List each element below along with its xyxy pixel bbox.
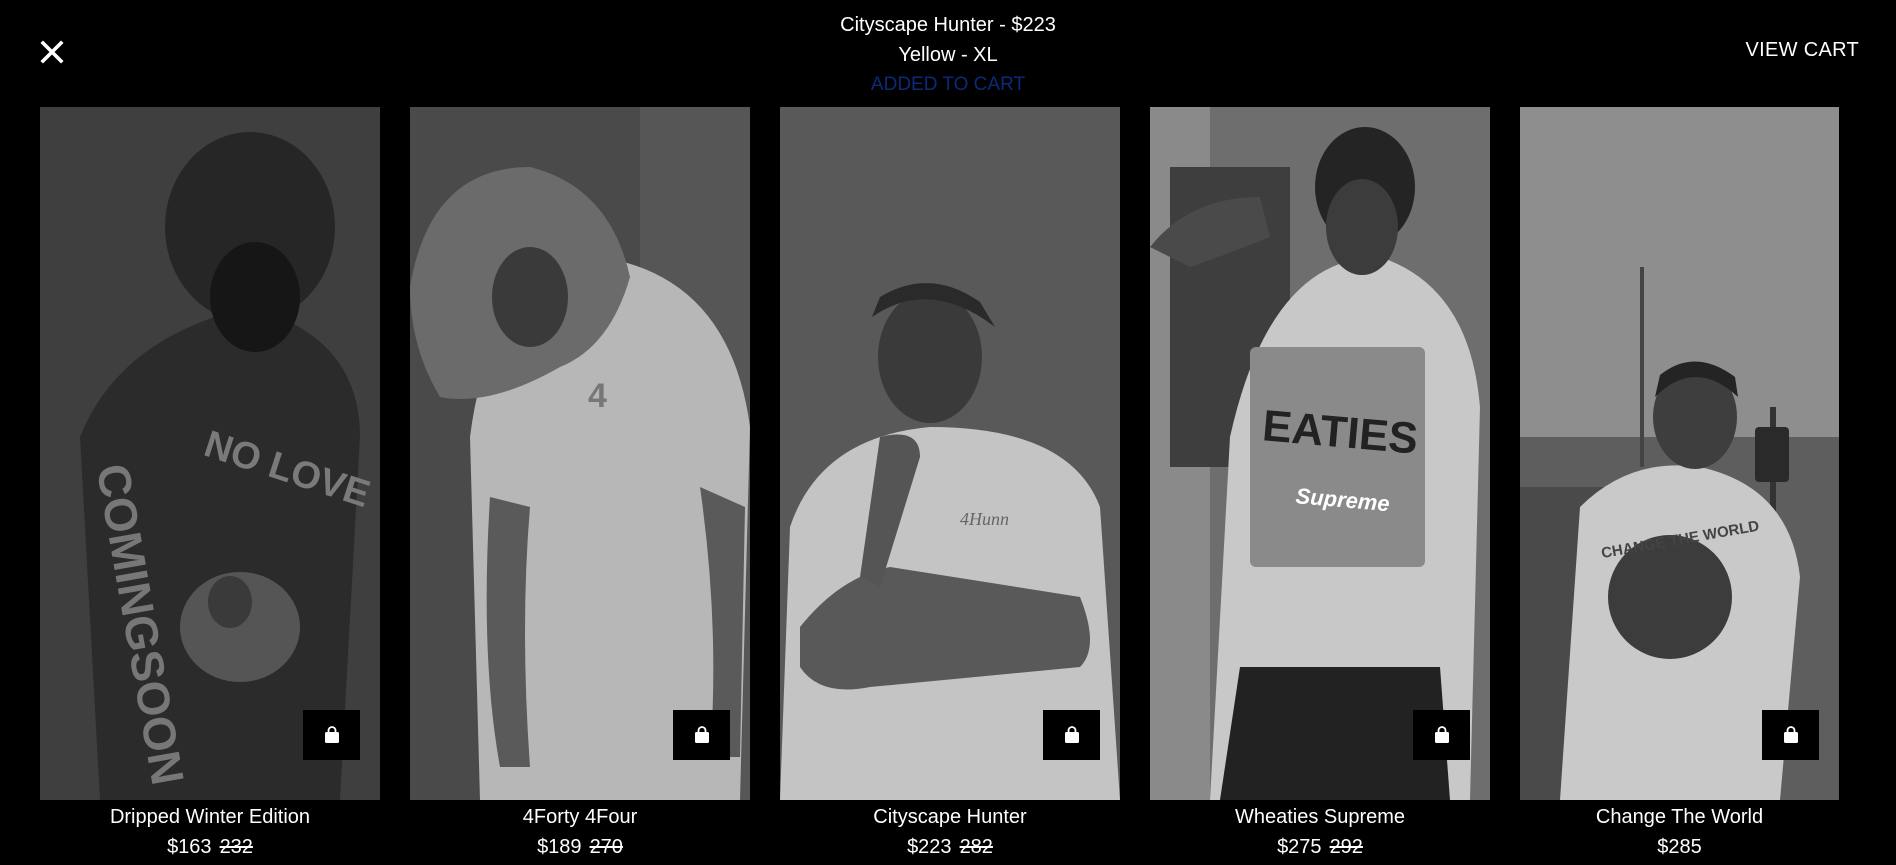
cart-confirmation: Cityscape Hunter - $223 Yellow - XL ADDE… (0, 10, 1896, 100)
add-to-cart-button[interactable] (673, 710, 730, 760)
product-price: $163 232 (40, 833, 380, 861)
added-to-cart-status: ADDED TO CART (870, 74, 1026, 95)
product-image[interactable]: NO LOVE COMINGSOON (40, 107, 380, 800)
view-cart-link[interactable]: VIEW CART (1746, 39, 1859, 62)
shopping-bag-icon (1064, 726, 1079, 743)
product-price: $189 270 (410, 833, 750, 861)
svg-text:4Hunn: 4Hunn (960, 509, 1009, 529)
product-price: $223 282 (780, 833, 1120, 861)
product-name[interactable]: Wheaties Supreme (1150, 803, 1490, 831)
product-image[interactable]: 4 (410, 107, 750, 800)
original-price: 270 (589, 836, 623, 858)
sale-price: $275 (1277, 836, 1322, 858)
quick-add-overlay: Cityscape Hunter - $223 Yellow - XL ADDE… (0, 0, 1896, 865)
product-card[interactable]: EATIES Supreme Wheaties Supreme $275 292 (1150, 107, 1490, 865)
shopping-bag-icon (324, 726, 339, 743)
shopping-bag-icon (1783, 726, 1798, 743)
shopping-bag-icon (694, 726, 709, 743)
add-to-cart-button[interactable] (1043, 710, 1100, 760)
original-price: 282 (959, 836, 993, 858)
product-card[interactable]: NO LOVE COMINGSOON Dripped Winter Editio… (40, 107, 380, 865)
product-name[interactable]: Cityscape Hunter (780, 803, 1120, 831)
product-card[interactable]: 4Hunn Cityscape Hunter $223 282 (780, 107, 1120, 865)
product-name[interactable]: Change The World (1520, 803, 1839, 831)
add-to-cart-button[interactable] (1413, 710, 1470, 760)
product-card[interactable]: CHANGE THE WORLD Change The World $285 (1520, 107, 1839, 865)
sale-price: $223 (907, 836, 952, 858)
add-to-cart-button[interactable] (303, 710, 360, 760)
added-product-title: Cityscape Hunter - $223 (840, 14, 1056, 36)
shopping-bag-icon (1434, 726, 1449, 743)
product-name[interactable]: Dripped Winter Edition (40, 803, 380, 831)
product-price: $285 (1520, 833, 1839, 861)
product-image[interactable]: 4Hunn (780, 107, 1120, 800)
product-price: $275 292 (1150, 833, 1490, 861)
original-price: 292 (1329, 836, 1363, 858)
product-image[interactable]: CHANGE THE WORLD (1520, 107, 1839, 800)
svg-text:4: 4 (588, 377, 607, 415)
sale-price: $285 (1657, 836, 1702, 858)
product-card[interactable]: 4 4Forty 4Four $189 270 (410, 107, 750, 865)
product-name[interactable]: 4Forty 4Four (410, 803, 750, 831)
added-product-variant: Yellow - XL (898, 44, 998, 66)
product-image[interactable]: EATIES Supreme (1150, 107, 1490, 800)
sale-price: $163 (167, 836, 212, 858)
original-price: 232 (219, 836, 253, 858)
sale-price: $189 (537, 836, 582, 858)
add-to-cart-button[interactable] (1762, 710, 1819, 760)
